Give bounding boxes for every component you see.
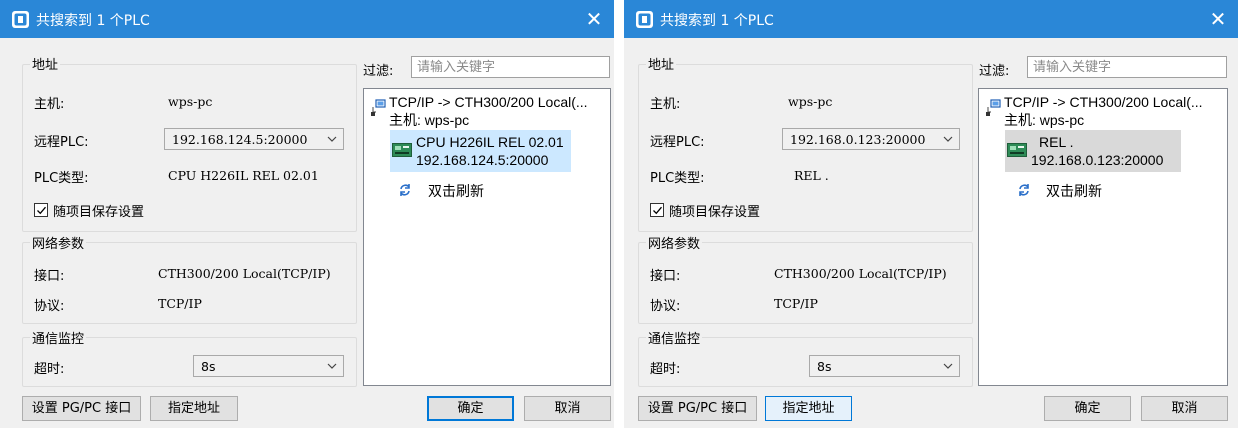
tree-device-line2: 192.168.124.5:20000 (416, 152, 549, 168)
set-pgpc-interface-button[interactable]: 设置 PG/PC 接口 (638, 396, 757, 421)
monitor-group-label: 通信监控 (30, 328, 87, 347)
chevron-down-icon (943, 363, 953, 369)
remote-plc-select[interactable]: 192.168.124.5:20000 (164, 128, 344, 150)
tree-refresh-label[interactable]: 双击刷新 (428, 182, 484, 200)
title-bar: 共搜索到 1 个PLC ✕ (624, 0, 1238, 38)
tree-root-line1[interactable]: TCP/IP -> CTH300/200 Local(... (1004, 93, 1203, 111)
assign-address-button[interactable]: 指定地址 (150, 396, 238, 421)
save-with-project-checkbox[interactable] (650, 203, 664, 217)
assign-address-button[interactable]: 指定地址 (765, 396, 852, 421)
app-icon (12, 11, 29, 28)
plc-search-dialog-2: 共搜索到 1 个PLC ✕ 地址 主机: wps-pc 远程PLC: 192.1… (624, 0, 1238, 428)
network-group (638, 242, 973, 324)
plc-type-label: PLC类型: (650, 171, 705, 186)
refresh-icon (1019, 184, 1029, 196)
network-icon (986, 99, 1001, 116)
checkmark-icon (37, 206, 46, 215)
protocol-label: 协议: (650, 299, 681, 314)
dialog-title: 共搜索到 1 个PLC (660, 13, 774, 29)
filter-input[interactable] (1027, 56, 1227, 78)
network-group-label: 网络参数 (646, 233, 703, 252)
interface-value: CTH300/200 Local(TCP/IP) (774, 266, 947, 281)
host-value: wps-pc (168, 94, 213, 109)
plc-type-value: REL . (794, 168, 829, 183)
remote-plc-select[interactable]: 192.168.0.123:20000 (782, 128, 960, 150)
timeout-label: 超时: (34, 362, 65, 377)
plc-type-value: CPU H226IL REL 02.01 (168, 168, 319, 183)
plc-tree[interactable]: TCP/IP -> CTH300/200 Local(... 主机: wps-p… (978, 88, 1228, 386)
tree-device-line1: REL . (1039, 134, 1074, 150)
tree-device-line1: CPU H226IL REL 02.01 (416, 134, 564, 150)
tree-root-line2: 主机: wps-pc (389, 112, 470, 128)
title-bar: 共搜索到 1 个PLC ✕ (0, 0, 614, 38)
plc-search-dialog-1: 共搜索到 1 个PLC ✕ 地址 主机: wps-pc 远程PLC: 192.1… (0, 0, 614, 428)
filter-input[interactable] (411, 56, 610, 78)
save-with-project-label[interactable]: 随项目保存设置 (669, 201, 760, 220)
remote-plc-label: 远程PLC: (34, 135, 89, 150)
timeout-select[interactable]: 8s (193, 355, 344, 377)
host-value: wps-pc (788, 94, 833, 109)
tree-root-line1[interactable]: TCP/IP -> CTH300/200 Local(... (389, 93, 588, 111)
checkmark-icon (653, 206, 662, 215)
protocol-label: 协议: (34, 299, 65, 314)
tree-refresh-label[interactable]: 双击刷新 (1046, 182, 1102, 200)
timeout-value: 8s (201, 359, 216, 374)
plc-device-icon (1007, 143, 1027, 157)
protocol-value: TCP/IP (158, 296, 202, 311)
network-icon (371, 99, 386, 116)
address-group-label: 地址 (30, 54, 61, 73)
remote-plc-label: 远程PLC: (650, 135, 705, 150)
host-label: 主机: (650, 97, 681, 112)
interface-label: 接口: (34, 269, 65, 284)
network-group (22, 242, 357, 324)
tree-device-line2: 192.168.0.123:20000 (1031, 152, 1164, 168)
close-icon[interactable]: ✕ (1198, 0, 1238, 38)
chevron-down-icon (327, 363, 337, 369)
timeout-label: 超时: (650, 362, 681, 377)
refresh-icon (400, 184, 410, 196)
dialog-title: 共搜索到 1 个PLC (36, 13, 150, 29)
ok-button[interactable]: 确定 (1044, 396, 1131, 421)
network-group-label: 网络参数 (30, 233, 87, 252)
monitor-group-label: 通信监控 (646, 328, 703, 347)
protocol-value: TCP/IP (774, 296, 818, 311)
remote-plc-value: 192.168.0.123:20000 (790, 132, 926, 147)
cancel-button[interactable]: 取消 (524, 396, 611, 421)
address-group-label: 地址 (646, 54, 677, 73)
set-pgpc-interface-button[interactable]: 设置 PG/PC 接口 (22, 396, 141, 421)
remote-plc-value: 192.168.124.5:20000 (172, 132, 308, 147)
plc-type-label: PLC类型: (34, 171, 89, 186)
host-label: 主机: (34, 97, 65, 112)
interface-label: 接口: (650, 269, 681, 284)
save-with-project-checkbox[interactable] (34, 203, 48, 217)
filter-label: 过滤: (363, 64, 394, 79)
tree-root-line2: 主机: wps-pc (1004, 112, 1085, 128)
timeout-value: 8s (817, 359, 832, 374)
interface-value: CTH300/200 Local(TCP/IP) (158, 266, 331, 281)
chevron-down-icon (327, 136, 337, 142)
plc-tree[interactable]: TCP/IP -> CTH300/200 Local(... 主机: wps-p… (363, 88, 611, 386)
cancel-button[interactable]: 取消 (1141, 396, 1228, 421)
ok-button[interactable]: 确定 (427, 396, 514, 421)
filter-label: 过滤: (979, 64, 1010, 79)
timeout-select[interactable]: 8s (809, 355, 960, 377)
app-icon (636, 11, 653, 28)
close-icon[interactable]: ✕ (574, 0, 614, 38)
chevron-down-icon (943, 136, 953, 142)
plc-device-icon (392, 143, 412, 157)
save-with-project-label[interactable]: 随项目保存设置 (53, 201, 144, 220)
